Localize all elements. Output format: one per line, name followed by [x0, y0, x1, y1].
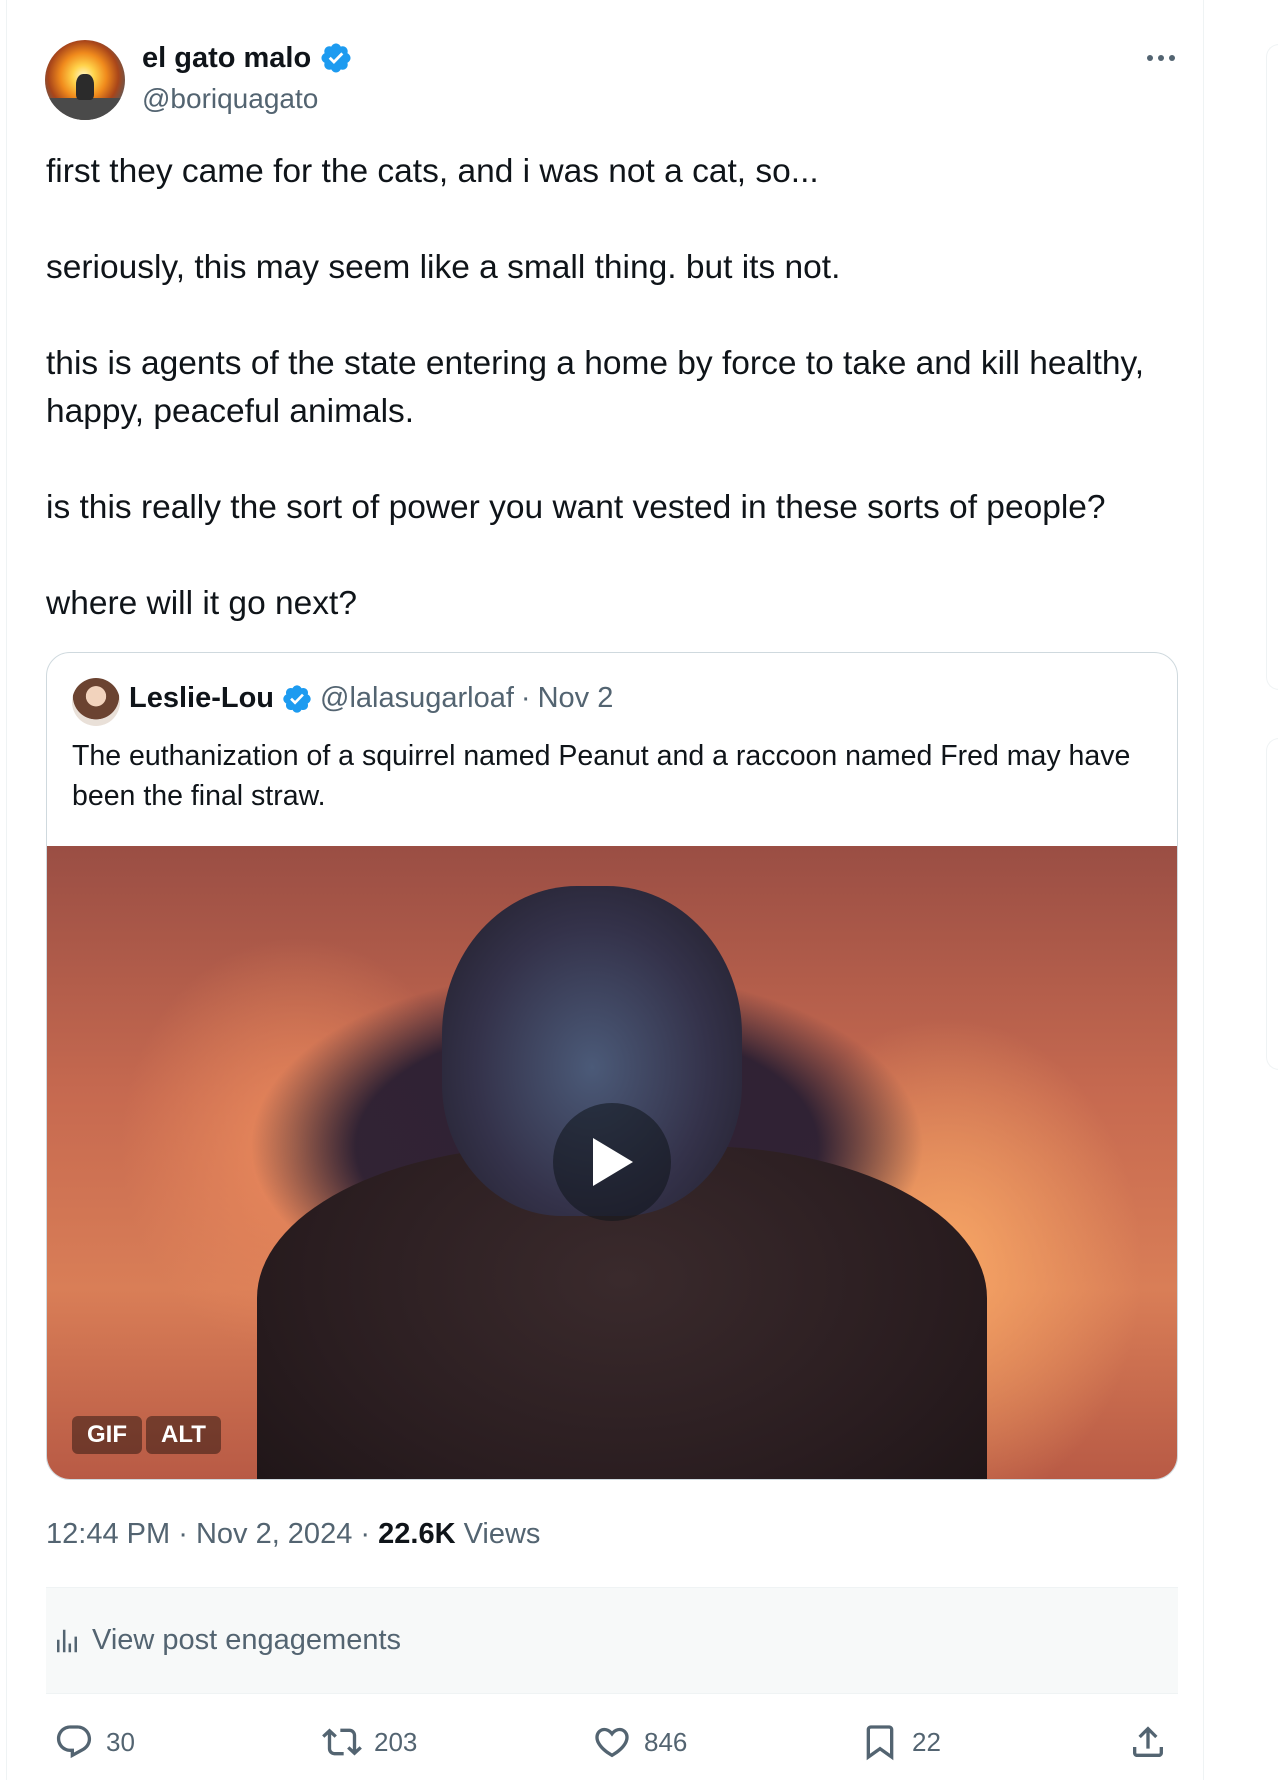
- repost-icon: [322, 1728, 362, 1756]
- tweet-paragraph: first they came for the cats, and i was …: [46, 153, 819, 190]
- bookmark-icon: [866, 1725, 894, 1761]
- like-count: 846: [644, 1726, 688, 1757]
- right-sidebar-card: [1266, 44, 1278, 690]
- quote-handle[interactable]: @lalasugarloaf: [320, 682, 514, 715]
- author-avatar[interactable]: [45, 40, 125, 120]
- post-date[interactable]: Nov 2, 2024: [196, 1518, 352, 1550]
- meta-separator: ·: [360, 1518, 371, 1550]
- share-icon: [1133, 1726, 1163, 1757]
- views-label: Views: [463, 1518, 541, 1550]
- gif-badge: GIF: [72, 1416, 142, 1454]
- tweet-text: first they came for the cats, and i was …: [46, 148, 1186, 628]
- more-options-button[interactable]: [1143, 44, 1179, 72]
- author-handle[interactable]: @boriquagato: [142, 83, 318, 115]
- quote-display-name[interactable]: Leslie-Lou: [129, 682, 274, 715]
- play-icon: [593, 1138, 633, 1186]
- action-bar: 30 203 846 22: [46, 1716, 1178, 1768]
- repost-count: 203: [374, 1726, 418, 1757]
- bookmark-count: 22: [912, 1726, 941, 1757]
- quote-date[interactable]: Nov 2: [538, 682, 614, 715]
- heart-icon: [595, 1727, 629, 1758]
- tweet-paragraph: is this really the sort of power you wan…: [46, 489, 1106, 526]
- repost-button[interactable]: 203: [322, 1716, 417, 1768]
- play-button[interactable]: [553, 1103, 671, 1221]
- tweet-paragraph: seriously, this may seem like a small th…: [46, 249, 841, 286]
- alt-badge[interactable]: ALT: [146, 1416, 221, 1454]
- meta-separator: ·: [178, 1518, 188, 1550]
- quote-gif-media[interactable]: GIF ALT: [47, 846, 1177, 1479]
- like-button[interactable]: 846: [592, 1716, 687, 1768]
- quote-header: Leslie-Lou @lalasugarloaf · Nov 2: [129, 682, 613, 715]
- analytics-icon: [57, 1629, 77, 1652]
- view-engagements-button[interactable]: View post engagements: [46, 1587, 1178, 1694]
- author-display-name[interactable]: el gato malo: [142, 42, 311, 75]
- quote-author-avatar[interactable]: [72, 678, 120, 726]
- quoted-post[interactable]: Leslie-Lou @lalasugarloaf · Nov 2 The eu…: [46, 652, 1178, 1480]
- right-sidebar-card: [1266, 738, 1278, 1070]
- verified-badge-icon: [283, 684, 311, 713]
- quote-separator: ·: [520, 682, 531, 714]
- views-count: 22.6K: [378, 1518, 456, 1550]
- post-panel: el gato malo @boriquagato first they cam…: [6, 0, 1204, 1780]
- reply-button[interactable]: 30: [54, 1716, 135, 1768]
- view-engagements-label: View post engagements: [92, 1624, 402, 1656]
- tweet-paragraph: where will it go next?: [46, 585, 357, 622]
- media-badges: GIF ALT: [72, 1416, 221, 1454]
- reply-count: 30: [106, 1726, 135, 1757]
- post-metadata: 12:44 PM · Nov 2, 2024 · 22.6K Views: [46, 1518, 540, 1551]
- more-dots-icon: [1147, 55, 1175, 61]
- reply-icon: [56, 1725, 92, 1759]
- share-button[interactable]: [1128, 1716, 1168, 1768]
- verified-badge-icon: [321, 43, 351, 73]
- tweet-paragraph: this is agents of the state entering a h…: [46, 345, 1145, 430]
- bookmark-button[interactable]: 22: [860, 1716, 941, 1768]
- post-time[interactable]: 12:44 PM: [46, 1518, 170, 1550]
- quote-text: The euthanization of a squirrel named Pe…: [72, 740, 1131, 812]
- author-name-row: el gato malo: [142, 41, 353, 75]
